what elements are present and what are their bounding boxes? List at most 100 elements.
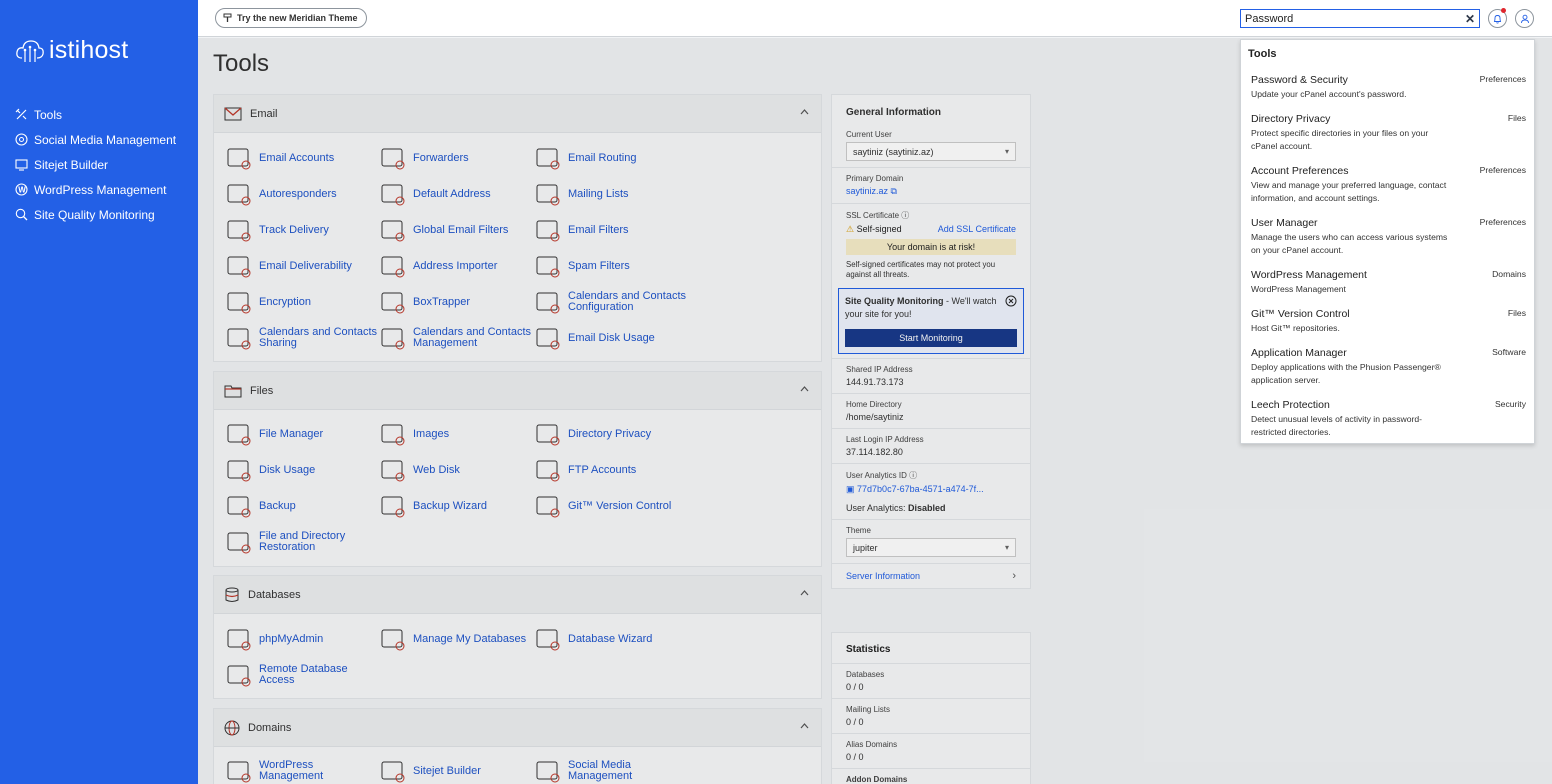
result-item[interactable]: Directory Privacy Protect specific direct…: [1251, 113, 1526, 152]
result-description: WordPress Management: [1251, 284, 1346, 294]
result-item[interactable]: User Manager Manage the users who can acc…: [1251, 217, 1526, 256]
tool-phpmyadmin[interactable]: phpMyAdmin: [225, 625, 380, 653]
sidebar-item-tools[interactable]: Tools: [0, 102, 198, 127]
tool-disk-usage[interactable]: Disk Usage: [225, 456, 380, 484]
theme-select[interactable]: jupiter: [846, 538, 1016, 557]
chevron-up-icon[interactable]: [800, 723, 809, 729]
tool-label: phpMyAdmin: [259, 632, 324, 645]
help-icon[interactable]: ⓘ: [901, 211, 909, 220]
sidebar-item-site-quality[interactable]: Site Quality Monitoring: [0, 202, 198, 227]
tool-calendars-and-contacts-sharing[interactable]: Calendars and Contacts Sharing: [225, 324, 380, 352]
tool-images[interactable]: Images: [379, 420, 534, 448]
tool-email-accounts[interactable]: Email Accounts: [225, 144, 380, 172]
tool-default-address[interactable]: Default Address: [379, 180, 534, 208]
result-item[interactable]: WordPress Management WordPress Management…: [1251, 269, 1526, 296]
help-icon[interactable]: ⓘ: [909, 471, 917, 480]
tool-file-and-directory-restoration[interactable]: File and Directory Restoration: [225, 528, 380, 556]
tool-global-email-filters[interactable]: Global Email Filters: [379, 216, 534, 244]
sidebar-item-label: Site Quality Monitoring: [34, 207, 155, 222]
add-ssl-link[interactable]: Add SSL Certificate: [938, 224, 1016, 235]
tool-database-wizard[interactable]: Database Wizard: [534, 625, 689, 653]
analytics-id-row[interactable]: ▣ 77d7b0c7-67ba-4571-a474-7f...: [846, 484, 1016, 495]
tool-backup-wizard[interactable]: Backup Wizard: [379, 492, 534, 520]
result-item[interactable]: Leech Protection Detect unusual levels of…: [1251, 399, 1526, 438]
result-item[interactable]: Password & Security Update your cPanel ac…: [1251, 74, 1526, 101]
tool-directory-privacy[interactable]: Directory Privacy: [534, 420, 689, 448]
tool-email-filters[interactable]: Email Filters: [534, 216, 689, 244]
tool-address-importer[interactable]: Address Importer: [379, 252, 534, 280]
tool-remote-database-access[interactable]: Remote Database Access: [225, 661, 380, 689]
logo[interactable]: istihost: [15, 36, 128, 65]
result-item[interactable]: Account Preferences View and manage your …: [1251, 165, 1526, 204]
stat-value: 0 / 0: [846, 717, 864, 727]
tool-encryption[interactable]: Encryption: [225, 288, 380, 316]
email-panel-header[interactable]: Email: [214, 95, 821, 133]
results-heading: Tools: [1248, 48, 1277, 60]
tool-sitejet-builder[interactable]: Sitejet Builder: [379, 757, 534, 784]
tool-label: WordPress Management: [259, 759, 324, 782]
tool-label: Default Address: [413, 187, 491, 200]
tool-email-disk-usage[interactable]: Email Disk Usage: [534, 324, 689, 352]
tool-wordpress-management[interactable]: WordPress Management: [225, 757, 380, 784]
chevron-right-icon: ›: [1012, 570, 1016, 582]
tool-spam-filters[interactable]: Spam Filters: [534, 252, 689, 280]
start-monitoring-button[interactable]: Start Monitoring: [845, 329, 1017, 347]
user-menu-button[interactable]: [1515, 9, 1534, 28]
primary-domain-link[interactable]: saytiniz.az ⧉: [846, 186, 1016, 197]
tool-label: Web Disk: [413, 463, 460, 476]
result-category: Domains: [1492, 269, 1526, 279]
analytics-status-label: User Analytics:: [846, 503, 906, 513]
tool-ftp-accounts[interactable]: FTP Accounts: [534, 456, 689, 484]
tool-file-manager[interactable]: File Manager: [225, 420, 380, 448]
ssl-label: SSL Certificate: [846, 211, 900, 220]
chevron-up-icon[interactable]: [800, 590, 809, 596]
tool-calendars-and-contacts-management[interactable]: Calendars and Contacts Management: [379, 324, 534, 352]
tool-forwarders[interactable]: Forwarders: [379, 144, 534, 172]
external-link-icon: ⧉: [890, 186, 897, 196]
shared-ip-value: 144.91.73.173: [846, 377, 904, 387]
tool-email-deliverability[interactable]: Email Deliverability: [225, 252, 380, 280]
result-description: View and manage your preferred language,…: [1251, 180, 1447, 203]
tool-mailing-lists[interactable]: Mailing Lists: [534, 180, 689, 208]
databases-panel-header[interactable]: Databases: [214, 576, 821, 614]
tool-git-version-control[interactable]: Git™ Version Control: [534, 492, 689, 520]
tool-social-media-management[interactable]: Social Media Management: [534, 757, 689, 784]
stat-value: 0 / 0: [846, 752, 864, 762]
tool-track-delivery[interactable]: Track Delivery: [225, 216, 380, 244]
current-user-select[interactable]: saytiniz (saytiniz.az): [846, 142, 1016, 161]
tool-label: Images: [413, 427, 450, 440]
tool-icon: [536, 328, 560, 350]
sidebar-item-label: Social Media Management: [34, 132, 177, 147]
tool-label: Calendars and Contacts Sharing: [259, 326, 378, 349]
result-item[interactable]: Git™ Version Control Host Git™ repositori…: [1251, 308, 1526, 335]
tool-icon: [536, 184, 560, 206]
tool-web-disk[interactable]: Web Disk: [379, 456, 534, 484]
copy-icon[interactable]: ▣: [846, 484, 855, 494]
clear-search-icon[interactable]: ✕: [1465, 12, 1475, 26]
tool-autoresponders[interactable]: Autoresponders: [225, 180, 380, 208]
tool-calendars-and-contacts-configuration[interactable]: Calendars and Contacts Configuration: [534, 288, 689, 316]
tool-backup[interactable]: Backup: [225, 492, 380, 520]
tool-icon: [227, 184, 251, 206]
chevron-up-icon[interactable]: [800, 109, 809, 115]
sidebar-item-wordpress[interactable]: W WordPress Management: [0, 177, 198, 202]
tool-label: Backup Wizard: [413, 499, 487, 512]
sqm-title: Site Quality Monitoring: [845, 296, 944, 306]
server-information-row[interactable]: Server Information ›: [832, 564, 1030, 588]
sidebar-item-sitejet[interactable]: Sitejet Builder: [0, 152, 198, 177]
tool-email-routing[interactable]: Email Routing: [534, 144, 689, 172]
files-panel-header[interactable]: Files: [214, 372, 821, 410]
tool-label: Sitejet Builder: [413, 764, 481, 777]
search-input[interactable]: [1241, 10, 1456, 27]
tool-manage-my-databases[interactable]: Manage My Databases: [379, 625, 534, 653]
chevron-up-icon[interactable]: [800, 386, 809, 392]
primary-domain-value: saytiniz.az: [846, 186, 889, 196]
try-meridian-theme-button[interactable]: Try the new Meridian Theme: [215, 8, 367, 28]
envelope-icon: [224, 107, 242, 120]
result-item[interactable]: Application Manager Deploy applications w…: [1251, 347, 1526, 386]
notifications-button[interactable]: [1488, 8, 1507, 28]
domains-panel-header[interactable]: Domains: [214, 709, 821, 747]
sidebar-item-social-media[interactable]: Social Media Management: [0, 127, 198, 152]
close-icon[interactable]: [1005, 295, 1017, 307]
tool-boxtrapper[interactable]: BoxTrapper: [379, 288, 534, 316]
